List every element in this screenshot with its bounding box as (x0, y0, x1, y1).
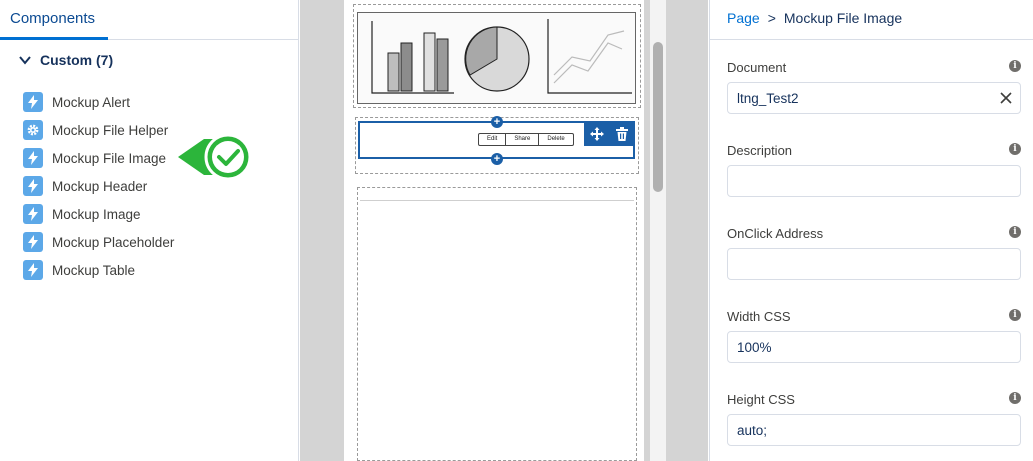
description-field-group: Description i (727, 143, 1021, 197)
mockup-delete-button[interactable]: Delete (539, 134, 572, 145)
document-field[interactable]: ltng_Test2 (727, 82, 1021, 114)
clear-icon[interactable] (999, 91, 1013, 105)
breadcrumb-separator: > (767, 10, 776, 26)
lightning-icon (23, 176, 43, 196)
section-custom[interactable]: Custom (7) (18, 52, 113, 68)
lightning-icon (23, 148, 43, 168)
width-css-field[interactable]: 100% (727, 331, 1021, 363)
info-icon[interactable]: i (1009, 392, 1021, 404)
gear-icon (23, 120, 43, 140)
description-field[interactable] (727, 165, 1021, 197)
lightning-icon (23, 232, 43, 252)
component-item-mockup-table[interactable]: Mockup Table (23, 256, 174, 284)
sketch-chart-image (371, 19, 632, 94)
section-custom-label: Custom (7) (40, 52, 114, 68)
checkmark-callout-icon (178, 133, 252, 181)
component-item-mockup-image[interactable]: Mockup Image (23, 200, 174, 228)
height-css-field-group: Height CSS i auto; (727, 392, 1021, 446)
description-label: Description (727, 143, 793, 158)
component-item-label: Mockup Placeholder (52, 234, 175, 250)
tab-components[interactable]: Components (0, 0, 108, 40)
properties-panel: Page > Mockup File Image Document i ltng… (709, 0, 1033, 461)
component-item-label: Mockup File Image (52, 150, 167, 166)
canvas-scrollbar-thumb[interactable] (653, 42, 663, 192)
mockup-edit-button[interactable]: Edit (479, 134, 507, 145)
height-css-field[interactable]: auto; (727, 414, 1021, 446)
component-item-label: Mockup Alert (52, 94, 131, 110)
width-css-label: Width CSS (727, 309, 791, 324)
lightning-icon (23, 204, 43, 224)
component-item-mockup-file-helper[interactable]: Mockup File Helper (23, 116, 174, 144)
placeholder-component-outline[interactable] (357, 187, 637, 461)
breadcrumb-current: Mockup File Image (783, 10, 903, 26)
component-item-label: Mockup File Helper (52, 122, 169, 138)
component-item-mockup-file-image[interactable]: Mockup File Image (23, 144, 174, 172)
lightning-icon (23, 260, 43, 280)
component-item-mockup-placeholder[interactable]: Mockup Placeholder (23, 228, 174, 256)
height-css-label: Height CSS (727, 392, 795, 407)
document-field-group: Document i ltng_Test2 (727, 60, 1021, 114)
lightning-icon (23, 92, 43, 112)
trash-icon[interactable] (616, 127, 628, 141)
onclick-address-field-group: OnClick Address i (727, 226, 1021, 280)
component-item-mockup-alert[interactable]: Mockup Alert (23, 88, 174, 116)
info-icon[interactable]: i (1009, 143, 1021, 155)
header-divider (710, 39, 1033, 40)
component-actions (584, 122, 634, 146)
component-item-label: Mockup Table (52, 262, 136, 278)
add-below-icon[interactable]: + (491, 153, 503, 165)
mockup-image-preview (357, 12, 636, 104)
info-icon[interactable]: i (1009, 309, 1021, 321)
breadcrumb-page-link[interactable]: Page (727, 10, 760, 26)
mockup-button-group: Edit Share Delete (478, 133, 574, 146)
component-item-label: Mockup Header (52, 178, 148, 194)
add-above-icon[interactable]: + (491, 116, 503, 128)
onclick-address-field[interactable] (727, 248, 1021, 280)
info-icon[interactable]: i (1009, 60, 1021, 72)
placeholder-component-body (360, 200, 634, 461)
onclick-address-label: OnClick Address (727, 226, 824, 241)
canvas-scrollbar[interactable] (650, 0, 666, 461)
width-css-field-group: Width CSS i 100% (727, 309, 1021, 363)
component-item-label: Mockup Image (52, 206, 141, 222)
chevron-down-icon (19, 56, 31, 65)
breadcrumb: Page > Mockup File Image (727, 10, 902, 26)
component-item-mockup-header[interactable]: Mockup Header (23, 172, 174, 200)
move-icon[interactable] (590, 127, 604, 141)
components-tabbar: Components (0, 0, 298, 40)
mockup-share-button[interactable]: Share (506, 134, 540, 145)
info-icon[interactable]: i (1009, 226, 1021, 238)
document-label: Document (727, 60, 787, 75)
component-list: Mockup Alert Mockup File Helper Mockup F… (23, 88, 174, 284)
components-panel: Components Custom (7) Mockup Alert Mocku… (0, 0, 299, 461)
